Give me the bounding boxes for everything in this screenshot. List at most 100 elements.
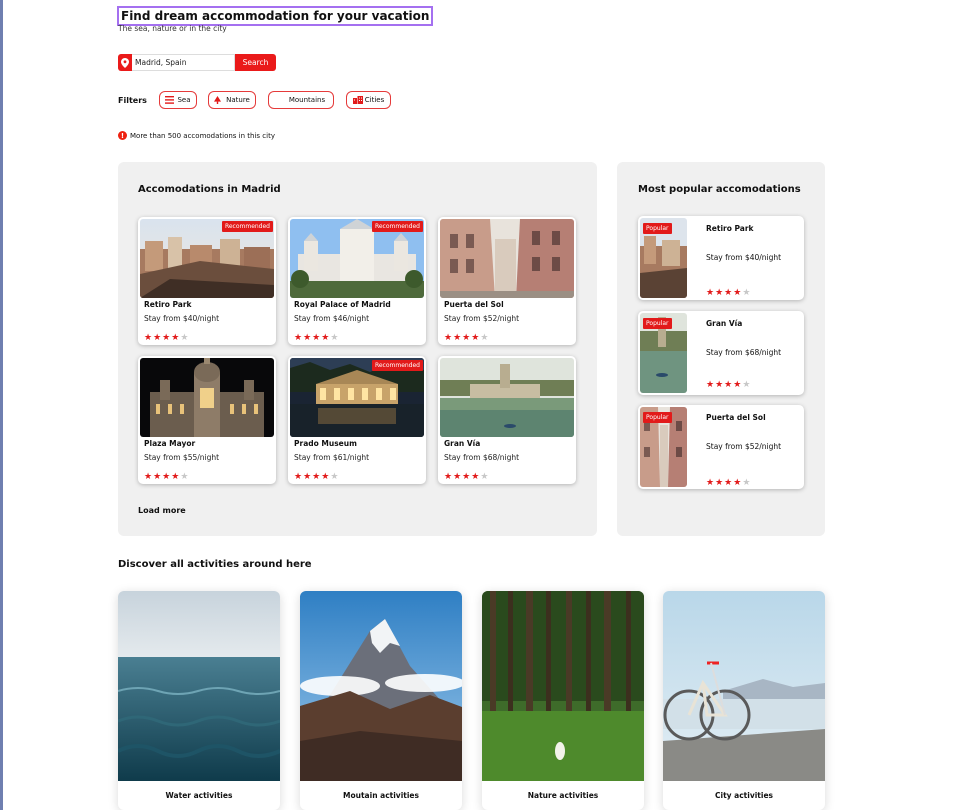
star-icon: ★ bbox=[706, 380, 715, 390]
star-icon: ★ bbox=[453, 472, 462, 482]
accommodation-card[interactable]: Plaza Mayor Stay from $55/night ★ ★ ★ ★ ★ bbox=[138, 356, 276, 484]
star-icon: ★ bbox=[153, 472, 162, 482]
star-icon: ★ bbox=[480, 333, 489, 343]
star-icon: ★ bbox=[724, 380, 733, 390]
accommodation-card[interactable]: Recommended Retiro Park Stay from $40/ni… bbox=[138, 217, 276, 345]
star-icon: ★ bbox=[471, 333, 480, 343]
star-icon: ★ bbox=[715, 380, 724, 390]
search-button[interactable]: Search bbox=[235, 54, 276, 71]
popular-price: Stay from $68/night bbox=[706, 348, 782, 357]
popular-badge: Popular bbox=[643, 318, 672, 329]
star-icon: ★ bbox=[294, 472, 303, 482]
filter-chip-cities[interactable]: Cities bbox=[346, 91, 391, 109]
star-icon: ★ bbox=[162, 333, 171, 343]
star-icon: ★ bbox=[330, 333, 339, 343]
rating-stars: ★ ★ ★ ★ ★ bbox=[144, 334, 188, 343]
accommodation-price: Stay from $52/night bbox=[444, 314, 520, 323]
star-icon: ★ bbox=[715, 288, 724, 298]
info-text: More than 500 accomodations in this city bbox=[130, 131, 275, 140]
activity-card-city[interactable]: City activities bbox=[663, 591, 825, 810]
activity-photo bbox=[118, 591, 280, 781]
accommodation-name: Retiro Park bbox=[144, 300, 192, 309]
accommodation-card[interactable]: Puerta del Sol Stay from $52/night ★ ★ ★ ★ ★ bbox=[438, 217, 576, 345]
star-icon: ★ bbox=[706, 288, 715, 298]
rating-stars: ★ ★ ★ ★ ★ bbox=[294, 334, 338, 343]
activity-photo bbox=[482, 591, 644, 781]
waves-icon bbox=[165, 96, 175, 104]
info-message: ! More than 500 accomodations in this ci… bbox=[118, 131, 275, 140]
popular-card[interactable]: Popular Puerta del Sol Stay from $52/nig… bbox=[638, 405, 804, 489]
star-icon: ★ bbox=[330, 472, 339, 482]
star-icon: ★ bbox=[706, 478, 715, 488]
popular-price: Stay from $40/night bbox=[706, 253, 782, 262]
popular-title: Most popular accomodations bbox=[638, 184, 801, 195]
star-icon: ★ bbox=[171, 333, 180, 343]
star-icon: ★ bbox=[180, 472, 189, 482]
accommodations-title: Accomodations in Madrid bbox=[138, 184, 281, 195]
activity-card-water[interactable]: Water activities bbox=[118, 591, 280, 810]
filter-chip-sea[interactable]: Sea bbox=[159, 91, 197, 109]
city-icon bbox=[352, 96, 363, 104]
search-bar: Search bbox=[118, 54, 276, 71]
filters-label: Filters bbox=[118, 96, 147, 105]
filter-chip-label: Sea bbox=[177, 96, 191, 104]
accommodation-card[interactable]: Gran Vía Stay from $68/night ★ ★ ★ ★ ★ bbox=[438, 356, 576, 484]
map-pin-icon bbox=[118, 54, 132, 71]
activity-label: Water activities bbox=[165, 791, 233, 800]
popular-card[interactable]: Popular Gran Vía Stay from $68/night ★ ★ ★… bbox=[638, 311, 804, 395]
star-icon: ★ bbox=[303, 333, 312, 343]
star-icon: ★ bbox=[153, 333, 162, 343]
rating-stars: ★ ★ ★ ★ ★ bbox=[294, 473, 338, 482]
search-input[interactable] bbox=[132, 54, 235, 71]
rating-stars: ★ ★ ★ ★ ★ bbox=[706, 479, 750, 488]
star-icon: ★ bbox=[162, 472, 171, 482]
accommodation-card[interactable]: Recommended Prado Museum Stay from $61/n… bbox=[288, 356, 426, 484]
mountain-icon bbox=[277, 96, 286, 104]
accommodation-card[interactable]: Recommended Royal Palace of Madrid Stay … bbox=[288, 217, 426, 345]
filter-chip-nature[interactable]: Nature bbox=[208, 91, 256, 109]
star-icon: ★ bbox=[733, 380, 742, 390]
activity-label: City activities bbox=[715, 791, 773, 800]
accommodation-name: Plaza Mayor bbox=[144, 439, 196, 448]
star-icon: ★ bbox=[171, 472, 180, 482]
recommended-badge: Recommended bbox=[221, 221, 273, 232]
accommodation-name: Prado Museum bbox=[294, 439, 357, 448]
star-icon: ★ bbox=[453, 333, 462, 343]
star-icon: ★ bbox=[462, 333, 471, 343]
star-icon: ★ bbox=[733, 478, 742, 488]
activity-label: Nature activities bbox=[527, 791, 599, 800]
popular-name: Gran Vía bbox=[706, 319, 743, 328]
popular-name: Puerta del Sol bbox=[706, 413, 766, 422]
star-icon: ★ bbox=[480, 472, 489, 482]
star-icon: ★ bbox=[294, 333, 303, 343]
popular-name: Retiro Park bbox=[706, 224, 754, 233]
filter-chip-mountains[interactable]: Mountains bbox=[268, 91, 334, 109]
popular-badge: Popular bbox=[643, 223, 672, 234]
accommodation-photo bbox=[440, 358, 574, 437]
page-subtitle: The sea, nature or in the city bbox=[118, 24, 227, 33]
tree-icon bbox=[214, 96, 223, 104]
star-icon: ★ bbox=[742, 380, 751, 390]
popular-card[interactable]: Popular Retiro Park Stay from $40/night … bbox=[638, 216, 804, 300]
page-title-box: Find dream accommodation for your vacati… bbox=[117, 6, 434, 26]
accommodation-price: Stay from $46/night bbox=[294, 314, 370, 323]
left-edge-rule bbox=[0, 0, 3, 810]
accommodation-name: Royal Palace of Madrid bbox=[294, 300, 391, 309]
popular-price: Stay from $52/night bbox=[706, 442, 782, 451]
star-icon: ★ bbox=[303, 472, 312, 482]
activities-title: Discover all activities around here bbox=[118, 559, 312, 570]
star-icon: ★ bbox=[462, 472, 471, 482]
rating-stars: ★ ★ ★ ★ ★ bbox=[144, 473, 188, 482]
accommodation-name: Gran Vía bbox=[444, 439, 481, 448]
activity-label: Moutain activities bbox=[343, 791, 419, 800]
load-more-button[interactable]: Load more bbox=[138, 506, 186, 515]
filter-chip-label: Mountains bbox=[288, 96, 326, 104]
popular-badge: Popular bbox=[643, 412, 672, 423]
star-icon: ★ bbox=[444, 472, 453, 482]
recommended-badge: Recommended bbox=[371, 221, 423, 232]
activity-card-mountain[interactable]: Moutain activities bbox=[300, 591, 462, 810]
activity-card-nature[interactable]: Nature activities bbox=[482, 591, 644, 810]
rating-stars: ★ ★ ★ ★ ★ bbox=[444, 334, 488, 343]
activity-photo bbox=[300, 591, 462, 781]
accommodation-photo bbox=[440, 219, 574, 298]
